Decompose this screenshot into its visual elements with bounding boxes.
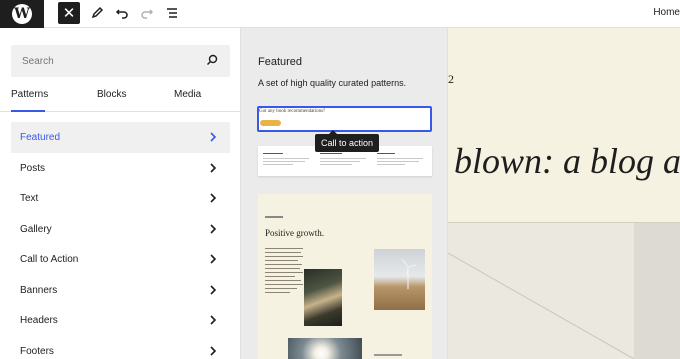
pattern-tooltip: Call to action: [315, 130, 380, 152]
panel-description: A set of high quality curated patterns.: [258, 78, 407, 88]
search-box: [11, 45, 230, 77]
wordpress-logo-button[interactable]: W: [0, 0, 44, 28]
category-label: Call to Action: [20, 254, 79, 265]
category-headers[interactable]: Headers: [11, 305, 230, 336]
canvas-heading: blown: a blog ab: [454, 141, 680, 181]
pattern-preview-label: [265, 216, 283, 218]
chevron-right-icon: [210, 193, 217, 203]
document-overview-button[interactable]: [162, 3, 182, 23]
chevron-right-icon: [210, 346, 217, 356]
category-label: Banners: [20, 285, 58, 296]
chevron-right-icon: [210, 163, 217, 173]
search-icon[interactable]: [206, 54, 218, 66]
undo-button[interactable]: [112, 3, 132, 23]
tab-blocks[interactable]: Blocks: [97, 85, 126, 112]
pattern-preview-body: [265, 248, 305, 296]
pattern-panel: Featured A set of high quality curated p…: [241, 28, 448, 359]
category-label: Headers: [20, 315, 58, 326]
pattern-preview-caption: [374, 354, 402, 356]
tab-patterns[interactable]: Patterns: [11, 85, 48, 112]
chevron-right-icon: [210, 254, 217, 264]
close-inserter-button[interactable]: ✕: [58, 2, 80, 24]
category-footers[interactable]: Footers: [11, 336, 230, 359]
pattern-preview-column: [320, 150, 368, 167]
category-featured[interactable]: Featured: [11, 122, 230, 153]
category-posts[interactable]: Posts: [11, 153, 230, 184]
pattern-preview-column: [263, 150, 311, 167]
pattern-preview-forest-image: [304, 269, 342, 326]
pattern-preview-text: Got any book recommendations?: [259, 109, 326, 114]
canvas-lower-image: [448, 223, 635, 359]
editor-window: W ✕ Home Patterns Blocks Media F: [0, 0, 680, 359]
undo-icon: [115, 9, 128, 19]
tools-button[interactable]: [87, 3, 107, 23]
search-input[interactable]: [11, 45, 191, 77]
inserter-sidebar: Patterns Blocks Media Featured Posts Tex…: [0, 28, 241, 359]
category-text[interactable]: Text: [11, 183, 230, 214]
chevron-right-icon: [210, 224, 217, 234]
pattern-preview-wind-turbine-image: [374, 249, 425, 310]
category-label: Gallery: [20, 224, 52, 235]
editor-canvas[interactable]: 2 blown: a blog ab: [448, 28, 680, 359]
top-toolbar: W ✕ Home: [0, 0, 680, 28]
inserter-tabs: Patterns Blocks Media: [0, 85, 241, 112]
canvas-text-number: 2: [448, 72, 454, 86]
chevron-right-icon: [210, 285, 217, 295]
pattern-preview-button: [260, 120, 281, 126]
pattern-card-call-to-action[interactable]: Got any book recommendations?: [257, 106, 432, 132]
category-gallery[interactable]: Gallery: [11, 214, 230, 245]
list-view-icon: [167, 8, 177, 18]
category-label: Text: [20, 193, 39, 204]
redo-icon: [141, 9, 154, 19]
category-label: Featured: [20, 132, 61, 143]
panel-title: Featured: [258, 56, 303, 68]
redo-button[interactable]: [137, 3, 157, 23]
pencil-icon: [91, 6, 104, 19]
tab-media[interactable]: Media: [174, 85, 201, 112]
chevron-right-icon: [210, 315, 217, 325]
category-call-to-action[interactable]: Call to Action: [11, 244, 230, 275]
pattern-preview-column: [377, 150, 425, 167]
chevron-right-icon: [210, 132, 217, 142]
document-title[interactable]: Home: [653, 7, 680, 18]
pattern-preview-heading: Positive growth.: [265, 228, 325, 238]
wordpress-icon: W: [12, 4, 32, 24]
close-icon: ✕: [62, 5, 76, 22]
pattern-preview-sun-image: [288, 338, 362, 359]
category-banners[interactable]: Banners: [11, 275, 230, 306]
pattern-card-positive-growth[interactable]: Positive growth.: [258, 194, 432, 359]
category-label: Footers: [20, 346, 54, 357]
category-label: Posts: [20, 163, 46, 174]
